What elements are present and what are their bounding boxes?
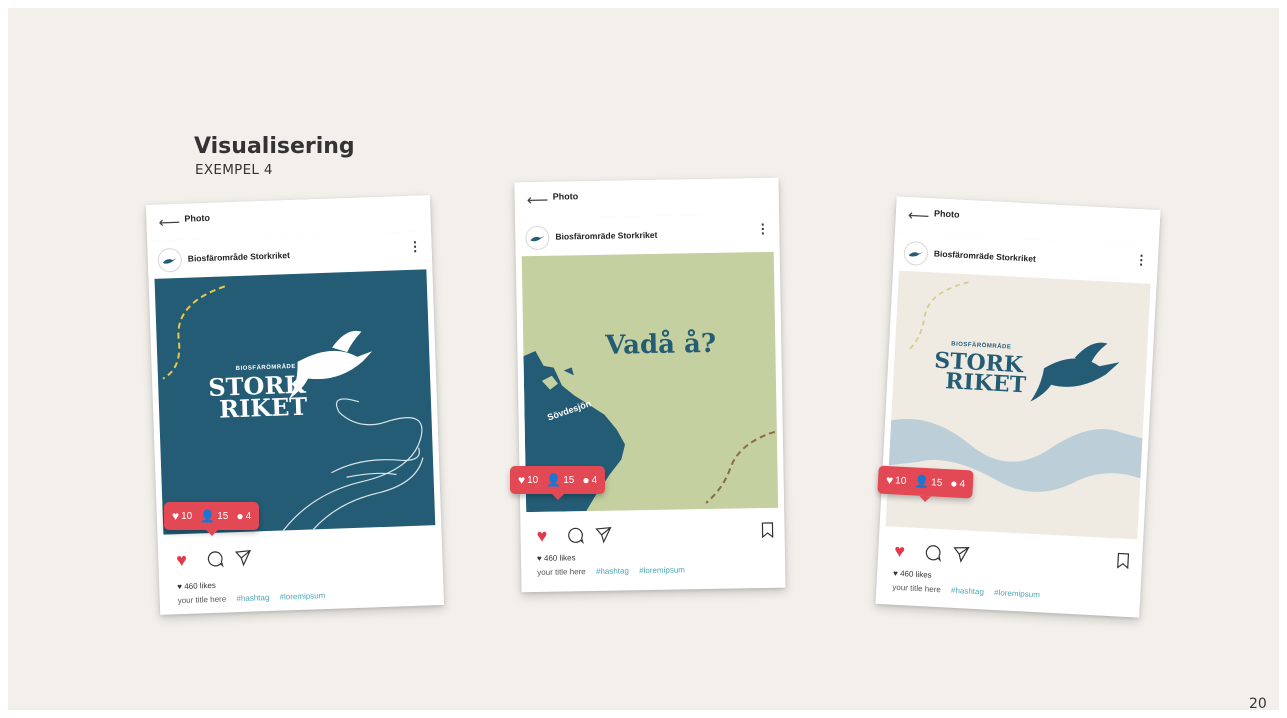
comment-bubble-icon: ● — [949, 476, 958, 491]
caption-title: your title here — [177, 594, 227, 606]
account-name[interactable]: Biosfärområde Storkriket — [188, 250, 290, 264]
topbar-title: Photo — [184, 212, 211, 224]
notification-badge-3: ♥ 10 👤 15 ● 4 — [877, 465, 974, 499]
account-name[interactable]: Biosfäromräde Storkriket — [555, 230, 657, 242]
slide-heading: Visualisering — [194, 134, 355, 159]
instagram-post-2: ⟵ Photo Biosfäromräde Storkriket ⋮ Sövde… — [514, 177, 786, 593]
heart-icon[interactable]: ♥ — [536, 526, 547, 547]
caption: your title here #hashtag #loremipsum — [178, 591, 326, 605]
heart-icon: ♥ — [885, 472, 894, 488]
likes-count: ♥ 460 likes — [177, 580, 216, 592]
stork-logo-icon — [908, 251, 923, 257]
post-topbar: ⟵ Photo — [514, 177, 780, 220]
bookmark-icon[interactable] — [1116, 552, 1131, 570]
logo-line2: RIKET — [218, 391, 308, 424]
badge-comments: 4 — [959, 478, 966, 490]
hashtag-1[interactable]: #hashtag — [596, 566, 629, 576]
likes-count: ♥ 460 likes — [892, 568, 932, 580]
send-icon[interactable] — [234, 549, 253, 568]
more-options-icon[interactable]: ⋮ — [756, 221, 769, 236]
comment-icon[interactable] — [924, 543, 943, 563]
caption-title: your title here — [892, 582, 942, 595]
comment-icon[interactable] — [566, 526, 584, 545]
badge-likes: 10 — [181, 510, 193, 522]
badge-comments: 4 — [245, 510, 252, 522]
more-options-icon[interactable]: ⋮ — [1134, 252, 1148, 268]
heart-icon[interactable]: ♥ — [176, 550, 187, 571]
stork-logo-icon — [530, 235, 545, 242]
heart-icon: ♥ — [172, 509, 180, 523]
notification-badge-1: ♥ 10 👤 15 ● 4 — [164, 502, 260, 536]
likes-text: 460 likes — [184, 580, 216, 591]
comment-bubble-icon: ● — [582, 473, 590, 487]
post-actions: ♥ — [894, 541, 1131, 573]
badge-followers: 15 — [563, 474, 575, 486]
post-account-row: Biosfäromräde Storkriket ⋮ — [515, 213, 780, 257]
heart-icon: ♥ — [518, 473, 526, 487]
caption: your title here #hashtag #loremipsum — [892, 583, 1040, 600]
slide-subheading: EXEMPEL 4 — [195, 162, 273, 178]
back-arrow-icon[interactable]: ⟵ — [158, 213, 180, 232]
bookmark-icon[interactable] — [760, 522, 774, 539]
post-photo: BIOSFÄRÖMRÅDE STORK RIKET — [154, 269, 436, 535]
heart-icon[interactable]: ♥ — [894, 541, 906, 563]
topbar-title: Photo — [552, 191, 579, 202]
headline: Vadå å? — [605, 328, 717, 361]
likes-count: ♥ 460 likes — [536, 553, 576, 563]
instagram-post-3: ⟵ Photo Biosfäromräde Storkriket ⋮ BIOSF… — [875, 196, 1161, 618]
page-number: 20 — [1249, 696, 1267, 710]
hashtag-1[interactable]: #hashtag — [236, 593, 269, 603]
logo-line2: RIKET — [944, 368, 1027, 399]
caption-title: your title here — [537, 567, 586, 577]
avatar[interactable] — [525, 225, 550, 251]
badge-likes: 10 — [527, 474, 539, 486]
badge-likes: 10 — [894, 474, 907, 487]
notification-badge-2: ♥ 10 👤 15 ● 4 — [510, 466, 606, 500]
send-icon[interactable] — [594, 526, 612, 544]
instagram-post-1: ⟵ Photo Biosfärområde Storkriket ⋮ BIOSF… — [145, 195, 445, 615]
more-options-icon[interactable]: ⋮ — [408, 238, 422, 253]
topbar-title: Photo — [933, 208, 960, 220]
badge-comments: 4 — [591, 474, 598, 486]
hashtag-2[interactable]: #loremipsum — [639, 565, 685, 575]
caption: your title here #hashtag #loremipsum — [537, 565, 685, 577]
post-actions: ♥ — [536, 522, 774, 546]
badge-followers: 15 — [217, 510, 229, 522]
badge-followers: 15 — [930, 476, 943, 489]
avatar[interactable] — [157, 247, 183, 273]
follower-icon: 👤 — [200, 509, 216, 523]
follower-icon: 👤 — [546, 473, 562, 487]
account-name[interactable]: Biosfäromräde Storkriket — [934, 248, 1036, 263]
send-icon[interactable] — [952, 545, 971, 564]
avatar[interactable] — [903, 240, 929, 267]
comment-bubble-icon: ● — [236, 509, 244, 523]
likes-text: 460 likes — [543, 553, 576, 563]
hashtag-2[interactable]: #loremipsum — [279, 591, 325, 602]
comment-icon[interactable] — [206, 550, 225, 569]
post-actions: ♥ — [176, 542, 407, 570]
back-arrow-icon[interactable]: ⟵ — [907, 206, 929, 225]
hashtag-2[interactable]: #loremipsum — [994, 588, 1040, 599]
likes-text: 460 likes — [899, 569, 932, 580]
back-arrow-icon[interactable]: ⟵ — [527, 191, 549, 209]
follower-icon: 👤 — [913, 474, 930, 490]
stork-logo-icon — [162, 258, 177, 264]
slide: Visualisering EXEMPEL 4 ⟵ Photo Biosfäro… — [8, 8, 1279, 710]
hashtag-1[interactable]: #hashtag — [951, 586, 984, 597]
